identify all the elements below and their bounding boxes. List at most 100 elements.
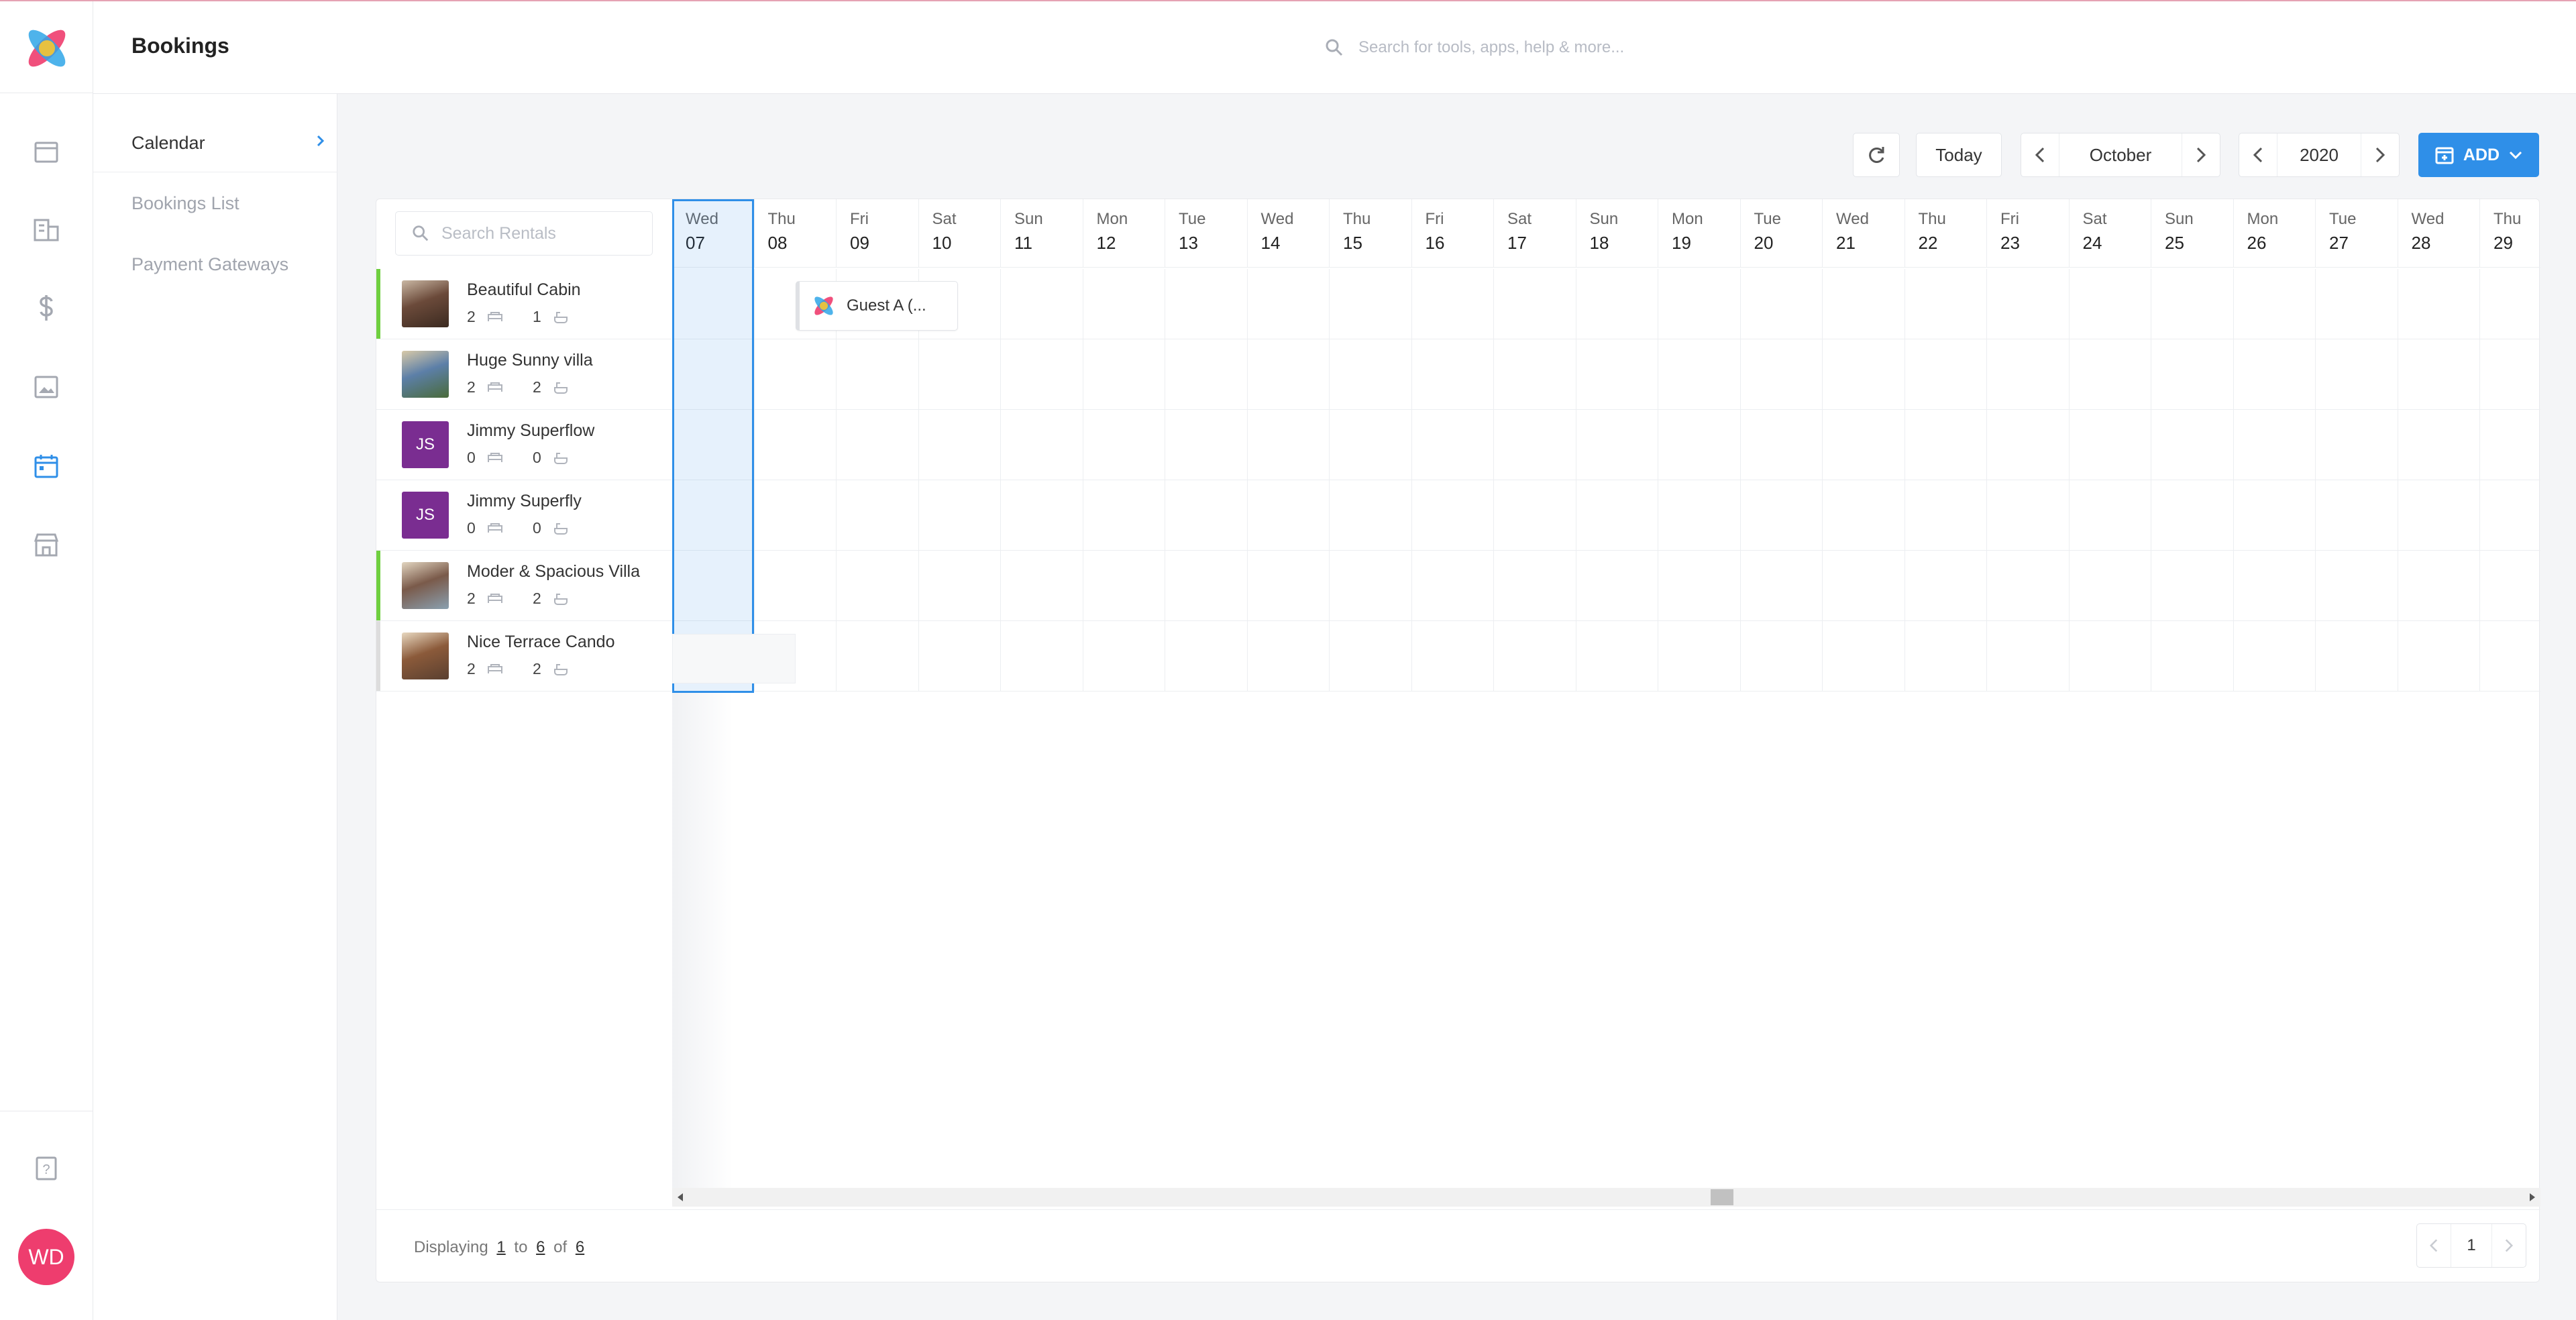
calendar-cell[interactable] <box>2069 339 2151 410</box>
calendar-cell[interactable] <box>2151 339 2234 410</box>
calendar-icon[interactable] <box>30 449 63 483</box>
calendar-cell[interactable] <box>754 410 837 480</box>
calendar-cell[interactable] <box>1494 621 1576 692</box>
global-search-input[interactable]: Search for tools, apps, help & more... <box>1358 38 1624 57</box>
calendar-cell[interactable] <box>2480 551 2540 621</box>
calendar-cell[interactable] <box>1411 269 1494 339</box>
calendar-cell[interactable] <box>2233 551 2316 621</box>
calendar-cell[interactable] <box>1083 339 1165 410</box>
calendar-cell[interactable] <box>1904 269 1987 339</box>
calendar-cell[interactable] <box>1411 410 1494 480</box>
calendar-cell[interactable] <box>1494 480 1576 551</box>
calendar-cell[interactable] <box>1165 480 1248 551</box>
calendar-cell[interactable] <box>1411 480 1494 551</box>
calendar-cell[interactable] <box>2316 621 2398 692</box>
calendar-cell[interactable] <box>1740 621 1823 692</box>
calendar-cell[interactable] <box>1083 480 1165 551</box>
next-month-button[interactable] <box>2182 133 2220 176</box>
calendar-cell[interactable] <box>1247 339 1330 410</box>
calendar-cell[interactable] <box>1165 551 1248 621</box>
rental-row[interactable]: JS Jimmy Superflow 0 0 <box>376 410 672 480</box>
calendar-cell[interactable] <box>2069 551 2151 621</box>
calendar-cell[interactable] <box>1576 480 1658 551</box>
calendar-cell[interactable] <box>1247 621 1330 692</box>
calendar-cell[interactable] <box>1001 480 1083 551</box>
calendar-cell[interactable] <box>2316 551 2398 621</box>
calendar-cell[interactable] <box>1330 551 1412 621</box>
booking-block[interactable]: Guest A (... <box>796 281 958 331</box>
calendar-cell[interactable] <box>1576 410 1658 480</box>
calendar-cell[interactable] <box>1330 621 1412 692</box>
calendar-cell[interactable] <box>2233 339 2316 410</box>
horizontal-scrollbar[interactable] <box>672 1188 2540 1207</box>
calendar-cell[interactable] <box>1987 621 2070 692</box>
calendar-cell[interactable] <box>2316 339 2398 410</box>
calendar-cell[interactable] <box>2151 621 2234 692</box>
calendar-cell[interactable] <box>1658 339 1741 410</box>
calendar-cell[interactable] <box>1165 410 1248 480</box>
calendar-cell[interactable] <box>1083 621 1165 692</box>
calendar-cell[interactable] <box>2480 621 2540 692</box>
calendar-cell[interactable] <box>1987 410 2070 480</box>
calendar-cell[interactable] <box>1740 269 1823 339</box>
calendar-cell[interactable] <box>918 480 1001 551</box>
calendar-cell[interactable] <box>1987 551 2070 621</box>
calendar-cell[interactable] <box>1247 410 1330 480</box>
rental-row[interactable]: JS Jimmy Superfly 0 0 <box>376 480 672 551</box>
calendar-cell[interactable] <box>1165 269 1248 339</box>
calendar-cell[interactable] <box>918 339 1001 410</box>
calendar-cell[interactable] <box>2069 621 2151 692</box>
calendar-cell[interactable] <box>2398 410 2480 480</box>
calendar-cell[interactable] <box>1083 551 1165 621</box>
refresh-button[interactable] <box>1853 133 1900 177</box>
calendar-cell[interactable] <box>2233 269 2316 339</box>
calendar-cell[interactable] <box>2233 621 2316 692</box>
calendar-cell[interactable] <box>837 551 919 621</box>
calendar-cell[interactable] <box>1494 410 1576 480</box>
calendar-cell[interactable] <box>754 480 837 551</box>
prev-month-button[interactable] <box>2021 133 2059 176</box>
calendar-cell[interactable] <box>1658 410 1741 480</box>
calendar-cell[interactable] <box>2069 269 2151 339</box>
calendar-cell[interactable] <box>2316 480 2398 551</box>
calendar-cell[interactable] <box>1247 269 1330 339</box>
calendar-cell[interactable] <box>2398 621 2480 692</box>
image-icon[interactable] <box>30 370 63 404</box>
calendar-cell[interactable] <box>1576 269 1658 339</box>
global-search[interactable]: Search for tools, apps, help & more... <box>1325 31 1794 64</box>
calendar-cell[interactable] <box>1987 269 2070 339</box>
calendar-cell[interactable] <box>1001 339 1083 410</box>
calendar-cell[interactable] <box>2069 480 2151 551</box>
calendar-cell[interactable] <box>1330 480 1412 551</box>
calendar-cell[interactable] <box>837 621 919 692</box>
calendar-cell[interactable] <box>1494 551 1576 621</box>
calendar-cell[interactable] <box>1658 621 1741 692</box>
calendar-cell[interactable] <box>2480 339 2540 410</box>
calendar-cell[interactable] <box>1823 621 1905 692</box>
calendar-cell[interactable] <box>1083 410 1165 480</box>
calendar-cell[interactable] <box>1658 269 1741 339</box>
calendar-cell[interactable] <box>754 339 837 410</box>
calendar-cell[interactable] <box>1330 269 1412 339</box>
calendar-cell[interactable] <box>1904 621 1987 692</box>
calendar-cell[interactable] <box>1823 410 1905 480</box>
scroll-right-arrow-icon[interactable] <box>2530 1193 2535 1201</box>
calendar-cell[interactable] <box>1494 339 1576 410</box>
calendar-cell[interactable] <box>1658 480 1741 551</box>
user-avatar[interactable]: WD <box>18 1229 74 1285</box>
window-icon[interactable] <box>30 135 63 169</box>
subnav-item-bookings-list[interactable]: Bookings List <box>131 193 239 214</box>
calendar-cell[interactable] <box>2233 480 2316 551</box>
next-page-button[interactable] <box>2492 1224 2526 1267</box>
today-button[interactable]: Today <box>1916 133 2002 177</box>
rental-search[interactable] <box>395 211 653 256</box>
calendar-cell[interactable] <box>754 551 837 621</box>
calendar-cell[interactable] <box>2316 269 2398 339</box>
building-icon[interactable] <box>30 213 63 247</box>
calendar-cell[interactable] <box>2480 269 2540 339</box>
calendar-cell[interactable] <box>1083 269 1165 339</box>
calendar-cell[interactable] <box>1330 410 1412 480</box>
calendar-cell[interactable] <box>1740 551 1823 621</box>
calendar-cell[interactable] <box>2398 551 2480 621</box>
calendar-cell[interactable] <box>837 339 919 410</box>
